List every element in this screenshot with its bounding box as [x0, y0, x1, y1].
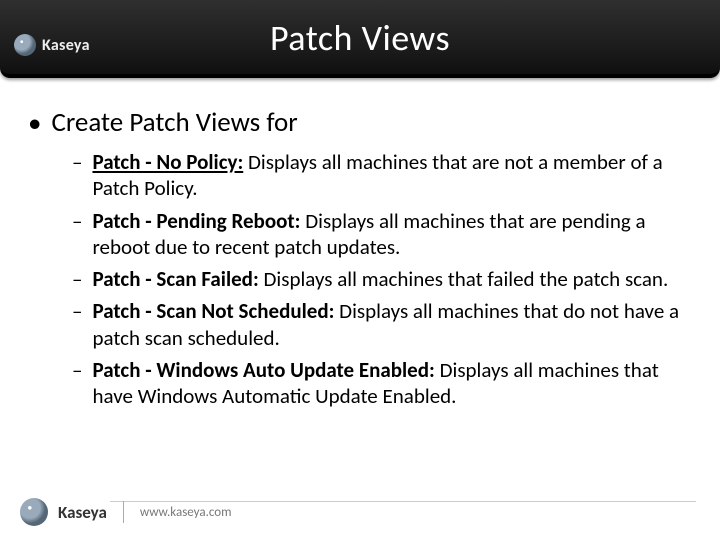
list-item-label: Patch - Scan Not Scheduled: — [92, 298, 334, 324]
lead-text: Create Patch Views for — [51, 106, 297, 139]
lead-bullet: • Create Patch Views for — [28, 106, 692, 139]
sphere-icon — [20, 498, 48, 526]
list-item-body: Patch - Scan Failed: Displays all machin… — [92, 266, 692, 292]
list-item: – Patch - Pending Reboot: Displays all m… — [72, 208, 692, 261]
dash-icon: – — [72, 298, 82, 351]
dash-icon: – — [72, 208, 82, 261]
slide-footer: Kaseya www.kaseya.com — [20, 498, 232, 526]
slide: Kaseya Patch Views • Create Patch Views … — [0, 0, 720, 540]
list-item-desc: Displays all machines that failed the pa… — [259, 266, 669, 292]
list-item: – Patch - No Policy: Displays all machin… — [72, 149, 692, 202]
list-item-body: Patch - Pending Reboot: Displays all mac… — [92, 208, 692, 261]
bullet-dot-icon: • — [28, 110, 41, 137]
list-item-label: Patch - Scan Failed: — [92, 266, 258, 292]
list-item-body: Patch - Windows Auto Update Enabled: Dis… — [92, 357, 692, 410]
list-item-label: Patch - Pending Reboot: — [92, 208, 300, 234]
list-item: – Patch - Scan Not Scheduled: Displays a… — [72, 298, 692, 351]
dash-icon: – — [72, 266, 82, 292]
dash-icon: – — [72, 149, 82, 202]
list-item-body: Patch - No Policy: Displays all machines… — [92, 149, 692, 202]
list-item-label: Patch - No Policy: — [92, 149, 243, 175]
slide-header: Kaseya Patch Views — [0, 0, 720, 84]
footer-url: www.kaseya.com — [140, 505, 232, 520]
brand-name-footer: Kaseya — [58, 502, 107, 523]
dash-icon: – — [72, 357, 82, 410]
slide-title: Patch Views — [0, 16, 720, 60]
list-item-label: Patch - Windows Auto Update Enabled: — [92, 357, 434, 383]
slide-body: • Create Patch Views for – Patch - No Po… — [0, 84, 720, 409]
list-item: – Patch - Windows Auto Update Enabled: D… — [72, 357, 692, 410]
view-list: – Patch - No Policy: Displays all machin… — [72, 149, 692, 409]
vertical-divider — [123, 501, 124, 523]
list-item-body: Patch - Scan Not Scheduled: Displays all… — [92, 298, 692, 351]
list-item: – Patch - Scan Failed: Displays all mach… — [72, 266, 692, 292]
